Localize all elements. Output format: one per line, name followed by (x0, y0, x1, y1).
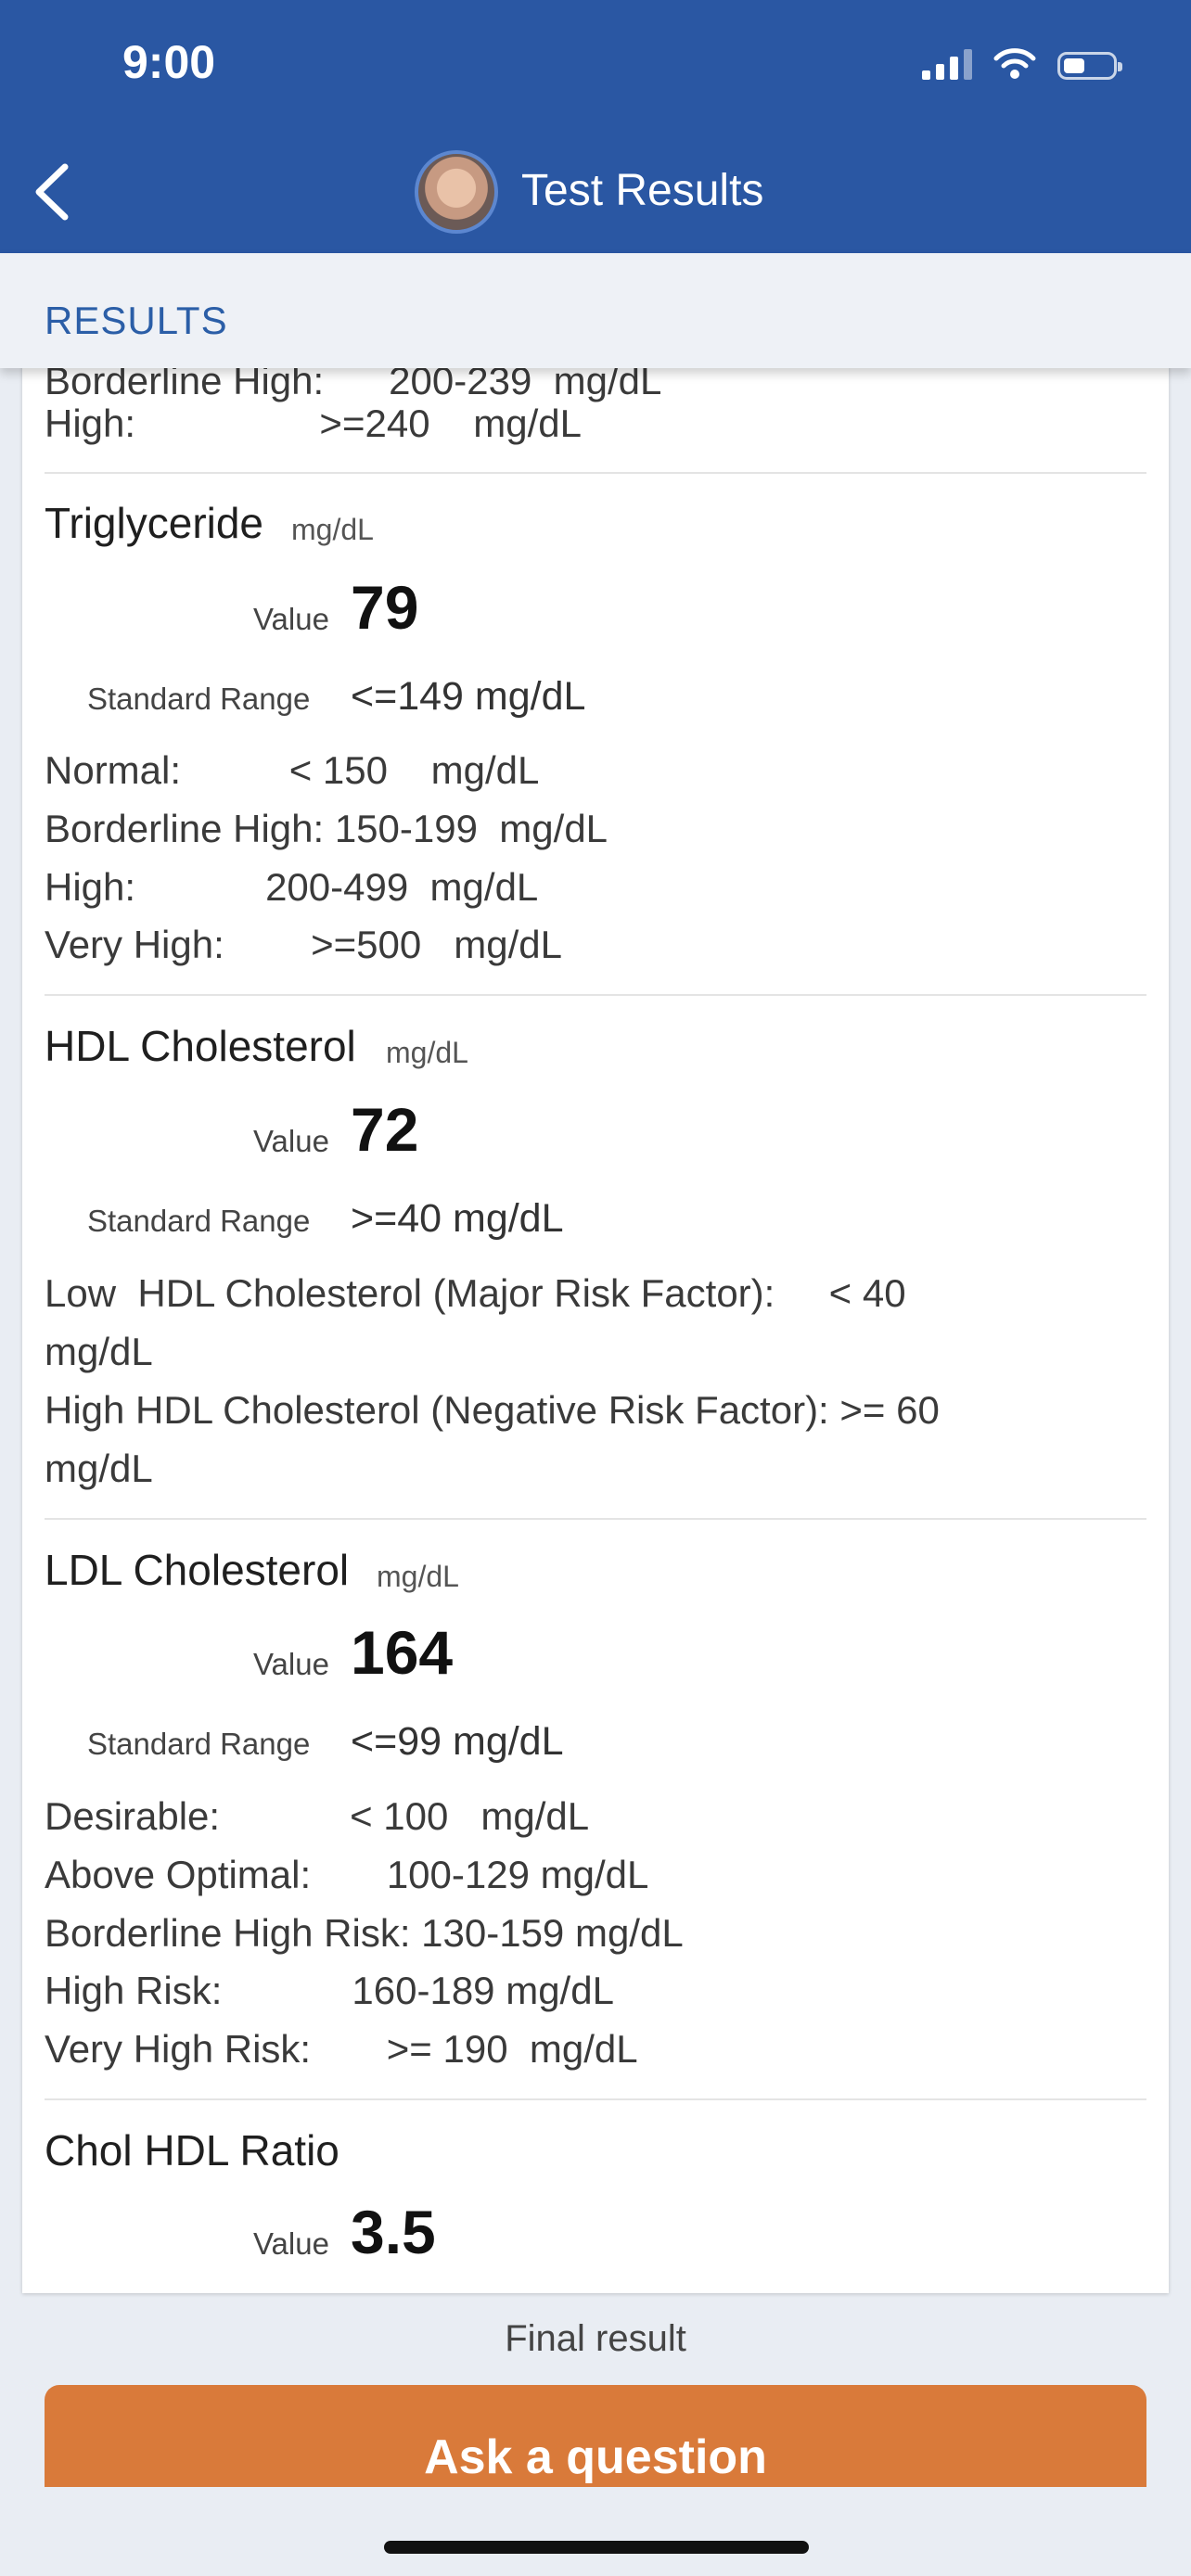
note-row: mg/dL (45, 1447, 153, 1490)
note-row: Desirable: < 100 mg/dL (45, 1794, 590, 1838)
note-row: Very High Risk: >= 190 mg/dL (45, 2027, 638, 2071)
note-row: High: 200-499 mg/dL (45, 865, 539, 909)
standard-range-value: >=40 mg/dL (351, 1196, 564, 1241)
avatar[interactable] (415, 150, 498, 234)
note-row: High HDL Cholesterol (Negative Risk Fact… (45, 1388, 940, 1432)
standard-range-label: Standard Range (87, 682, 311, 716)
page-title: Test Results (521, 166, 764, 215)
note-row: Borderline High Risk: 130-159 mg/dL (45, 1911, 684, 1955)
test-name: HDL Cholesterol (45, 1022, 356, 1070)
note-row: High: >=240 mg/dL (45, 402, 582, 445)
note-row: Low HDL Cholesterol (Major Risk Factor):… (45, 1271, 906, 1315)
test-value: 3.5 (351, 2198, 436, 2266)
note-row: High Risk: 160-189 mg/dL (45, 1969, 614, 2012)
home-indicator (384, 2541, 809, 2554)
note-row: mg/dL (45, 1330, 153, 1373)
value-label: Value (253, 1124, 329, 1158)
note-row: Borderline High: 150-199 mg/dL (45, 807, 608, 850)
status-time: 9:00 (122, 36, 216, 88)
test-value: 72 (351, 1095, 419, 1164)
note-row: Above Optimal: 100-129 mg/dL (45, 1853, 649, 1896)
divider (45, 994, 1146, 996)
tab-results[interactable]: RESULTS (45, 299, 228, 343)
ask-question-button[interactable]: Ask a question (45, 2385, 1146, 2487)
note-row: Very High: >=500 mg/dL (45, 923, 562, 966)
test-name: LDL Cholesterol (45, 1546, 350, 1594)
test-unit: mg/dL (291, 513, 374, 546)
test-unit: mg/dL (386, 1036, 468, 1069)
final-result-text: Final result (505, 2318, 686, 2359)
standard-range-label: Standard Range (87, 1204, 311, 1238)
test-unit: mg/dL (377, 1560, 459, 1593)
standard-range-label: Standard Range (87, 1727, 311, 1761)
test-value: 79 (351, 573, 419, 642)
wifi-icon (993, 48, 1036, 79)
value-label: Value (253, 1647, 329, 1681)
standard-range-value: <=149 mg/dL (351, 674, 586, 719)
results-card: Borderline High: 200-239 mg/dL High: >=2… (22, 306, 1169, 2293)
test-value: 164 (351, 1618, 454, 1687)
cellular-signal-icon (922, 48, 972, 80)
status-icons (922, 46, 1122, 80)
divider (45, 472, 1146, 474)
divider (45, 1518, 1146, 1520)
battery-icon (1057, 52, 1122, 80)
note-row: Normal: < 150 mg/dL (45, 748, 540, 792)
ask-question-label: Ask a question (424, 2430, 767, 2484)
standard-range-value: <=99 mg/dL (351, 1719, 564, 1764)
value-label: Value (253, 602, 329, 636)
test-name: Chol HDL Ratio (45, 2126, 339, 2174)
divider (45, 2098, 1146, 2100)
test-name: Triglyceride (45, 499, 264, 547)
back-chevron-icon[interactable] (28, 159, 83, 224)
value-label: Value (253, 2226, 329, 2261)
